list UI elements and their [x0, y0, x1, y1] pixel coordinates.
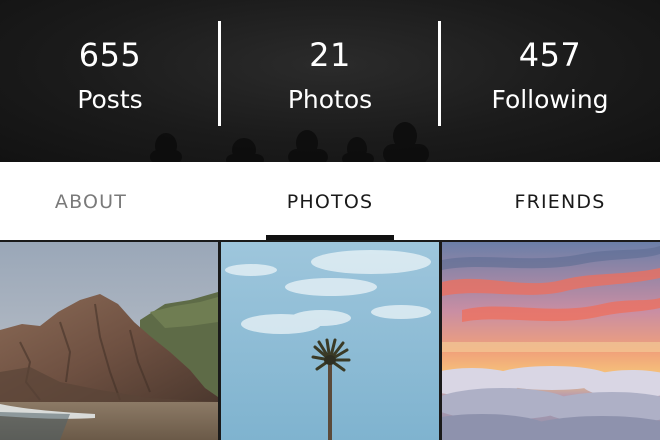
- stat-posts-value: 655: [78, 36, 142, 74]
- stat-posts[interactable]: 655 Posts: [0, 0, 220, 162]
- profile-screen: 655 Posts 21 Photos 457 Following ABOUT …: [0, 0, 660, 440]
- photo-thumbnail-palm-tree-sky[interactable]: [221, 242, 439, 440]
- photo-thumbnail-sunset-over-clouds[interactable]: [442, 242, 660, 440]
- coastal-cliff-image: [0, 242, 218, 440]
- palm-tree-image: [221, 242, 439, 440]
- sunset-clouds-image: [442, 242, 660, 440]
- stat-photos[interactable]: 21 Photos: [220, 0, 440, 162]
- profile-tab-bar: ABOUT PHOTOS FRIENDS: [0, 162, 660, 240]
- stat-photos-value: 21: [309, 36, 351, 74]
- tab-about[interactable]: ABOUT: [0, 162, 182, 240]
- tab-photos[interactable]: PHOTOS: [220, 162, 440, 240]
- profile-stats-header: 655 Posts 21 Photos 457 Following: [0, 0, 660, 162]
- stat-photos-label: Photos: [287, 85, 373, 114]
- photo-thumbnail-coastal-cliff[interactable]: [0, 242, 218, 440]
- photo-grid: [0, 240, 660, 440]
- tab-friends[interactable]: FRIENDS: [450, 162, 660, 240]
- stat-posts-label: Posts: [77, 85, 143, 114]
- stat-following-label: Following: [491, 85, 609, 114]
- stat-following[interactable]: 457 Following: [440, 0, 660, 162]
- stat-following-value: 457: [518, 36, 582, 74]
